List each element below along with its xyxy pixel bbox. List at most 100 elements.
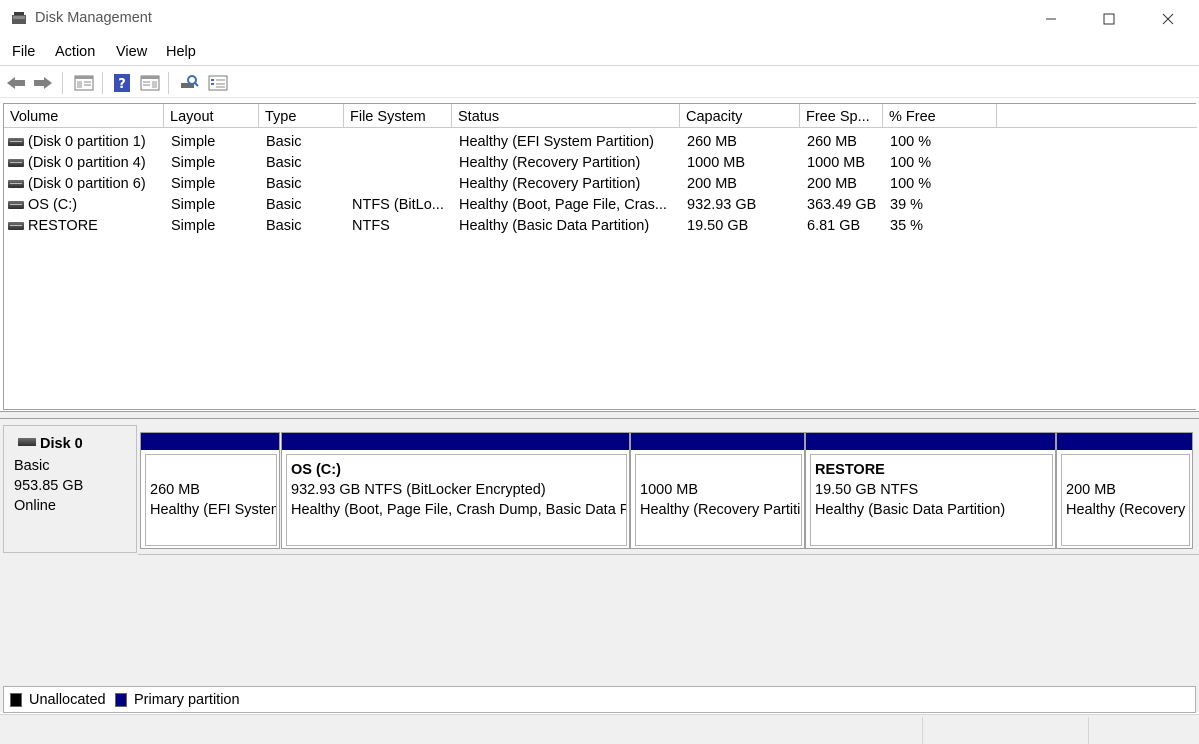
column-header-file-system[interactable]: File System bbox=[344, 104, 452, 128]
pane-splitter[interactable] bbox=[0, 411, 1199, 419]
divider bbox=[138, 554, 1199, 555]
help-icon: ? bbox=[114, 74, 130, 92]
volume-free-space: 363.49 GB bbox=[807, 197, 877, 213]
volume-free-space: 6.81 GB bbox=[807, 218, 861, 234]
partition-block[interactable]: 200 MB Healthy (Recovery Partition) bbox=[1056, 432, 1193, 549]
volume-icon bbox=[8, 159, 24, 167]
disk-name: Disk 0 bbox=[40, 436, 83, 452]
primary-partition-bar bbox=[806, 433, 1055, 450]
column-header-free-space[interactable]: Free Sp... bbox=[800, 104, 883, 128]
forward-button[interactable] bbox=[32, 72, 54, 94]
properties-button[interactable] bbox=[139, 72, 161, 94]
column-header-type[interactable]: Type bbox=[259, 104, 344, 128]
partition-size: 200 MB bbox=[1066, 482, 1116, 498]
status-bar bbox=[0, 714, 1199, 744]
partition-status: Healthy (Basic Data Partition) bbox=[815, 502, 1006, 518]
partition-status: Healthy (Boot, Page File, Crash Dump, Ba… bbox=[291, 502, 626, 518]
partition-details: RESTORE 19.50 GB NTFS Healthy (Basic Dat… bbox=[810, 454, 1053, 546]
volume-status: Healthy (Recovery Partition) bbox=[459, 176, 641, 192]
volume-type: Basic bbox=[266, 155, 302, 171]
menu-file[interactable]: File bbox=[12, 44, 35, 60]
minimize-button[interactable] bbox=[1022, 0, 1080, 38]
primary-partition-bar bbox=[631, 433, 804, 450]
partition-details: 260 MB Healthy (EFI System Partition) bbox=[145, 454, 277, 546]
menu-help[interactable]: Help bbox=[166, 44, 196, 60]
disk-management-icon bbox=[12, 12, 26, 24]
disk-list-icon bbox=[208, 75, 228, 91]
volume-row[interactable]: (Disk 0 partition 1) Simple Basic Health… bbox=[4, 132, 1197, 153]
menu-action[interactable]: Action bbox=[55, 44, 95, 60]
volume-type: Basic bbox=[266, 134, 302, 150]
partition-block[interactable]: 1000 MB Healthy (Recovery Partition) bbox=[630, 432, 805, 549]
close-button[interactable] bbox=[1139, 0, 1197, 38]
volume-percent-free: 39 % bbox=[890, 197, 924, 213]
volume-status: Healthy (Basic Data Partition) bbox=[459, 218, 650, 234]
volume-percent-free: 100 % bbox=[890, 134, 932, 150]
volume-type: Basic bbox=[266, 176, 302, 192]
partition-status: Healthy (Recovery Partition) bbox=[640, 502, 801, 518]
legend: Unallocated Primary partition bbox=[3, 686, 1196, 713]
column-header-volume[interactable]: Volume bbox=[4, 104, 164, 128]
partition-block[interactable]: OS (C:) 932.93 GB NTFS (BitLocker Encryp… bbox=[281, 432, 630, 549]
volume-row[interactable]: OS (C:) Simple Basic NTFS (BitLo... Heal… bbox=[4, 195, 1197, 216]
back-arrow-icon bbox=[7, 77, 25, 89]
rescan-button[interactable] bbox=[178, 72, 200, 94]
column-header-percent-free[interactable]: % Free bbox=[883, 104, 997, 128]
menu-view[interactable]: View bbox=[116, 44, 147, 60]
volume-percent-free: 35 % bbox=[890, 218, 924, 234]
volume-row[interactable]: RESTORE Simple Basic NTFS Healthy (Basic… bbox=[4, 216, 1197, 237]
volume-free-space: 1000 MB bbox=[807, 155, 866, 171]
volume-name: RESTORE bbox=[28, 218, 98, 234]
partition-status: Healthy (EFI System Partition) bbox=[150, 502, 276, 518]
volume-icon bbox=[8, 180, 24, 188]
partition-block[interactable]: RESTORE 19.50 GB NTFS Healthy (Basic Dat… bbox=[805, 432, 1056, 549]
disk-graphical-view: Disk 0 Basic 953.85 GB Online 260 MB Hea… bbox=[0, 419, 1199, 712]
column-header-status[interactable]: Status bbox=[452, 104, 680, 128]
volume-status: Healthy (EFI System Partition) bbox=[459, 134, 654, 150]
forward-arrow-icon bbox=[34, 77, 52, 89]
volume-row[interactable]: (Disk 0 partition 4) Simple Basic Health… bbox=[4, 153, 1197, 174]
volume-row[interactable]: (Disk 0 partition 6) Simple Basic Health… bbox=[4, 174, 1197, 195]
window-title: Disk Management bbox=[35, 10, 152, 26]
volume-capacity: 260 MB bbox=[687, 134, 737, 150]
volume-free-space: 200 MB bbox=[807, 176, 857, 192]
partition-size: 19.50 GB NTFS bbox=[815, 482, 919, 498]
disk-list-button[interactable] bbox=[207, 72, 229, 94]
volume-name: (Disk 0 partition 6) bbox=[28, 176, 146, 192]
toolbar-separator bbox=[62, 72, 63, 94]
partition-status: Healthy (Recovery Partition) bbox=[1066, 502, 1189, 518]
primary-partition-bar bbox=[282, 433, 629, 450]
maximize-button[interactable] bbox=[1080, 0, 1138, 38]
volume-layout: Simple bbox=[171, 197, 216, 213]
partition-size: 260 MB bbox=[150, 482, 200, 498]
toolbar-separator bbox=[102, 72, 103, 94]
partition-details: 1000 MB Healthy (Recovery Partition) bbox=[635, 454, 802, 546]
show-hide-tree-button[interactable] bbox=[73, 72, 95, 94]
volume-status: Healthy (Boot, Page File, Cras... bbox=[459, 197, 667, 213]
partition-size: 932.93 GB NTFS (BitLocker Encrypted) bbox=[291, 482, 546, 498]
volume-list[interactable]: Volume Layout Type File System Status Ca… bbox=[3, 103, 1197, 410]
help-button[interactable]: ? bbox=[111, 72, 133, 94]
column-header-layout[interactable]: Layout bbox=[164, 104, 259, 128]
volume-free-space: 260 MB bbox=[807, 134, 857, 150]
volume-name: (Disk 0 partition 1) bbox=[28, 134, 146, 150]
volume-capacity: 19.50 GB bbox=[687, 218, 749, 234]
svg-text:?: ? bbox=[118, 77, 126, 92]
properties-icon bbox=[140, 75, 160, 91]
partition-block[interactable]: 260 MB Healthy (EFI System Partition) bbox=[140, 432, 280, 549]
volume-name: (Disk 0 partition 4) bbox=[28, 155, 146, 171]
disk-size: 953.85 GB bbox=[14, 478, 84, 494]
title-bar: Disk Management bbox=[0, 0, 1199, 38]
close-icon bbox=[1162, 13, 1174, 25]
back-button[interactable] bbox=[5, 72, 27, 94]
volume-capacity: 1000 MB bbox=[687, 155, 746, 171]
partition-title: RESTORE bbox=[815, 462, 885, 478]
column-header-capacity[interactable]: Capacity bbox=[680, 104, 800, 128]
toolbar-separator bbox=[168, 72, 169, 94]
disk-icon bbox=[18, 438, 36, 446]
disk-label[interactable]: Disk 0 Basic 953.85 GB Online bbox=[3, 425, 137, 553]
minimize-icon bbox=[1046, 18, 1056, 20]
status-separator bbox=[1088, 717, 1089, 744]
rescan-disks-icon bbox=[181, 75, 199, 88]
disk-state: Online bbox=[14, 498, 56, 514]
